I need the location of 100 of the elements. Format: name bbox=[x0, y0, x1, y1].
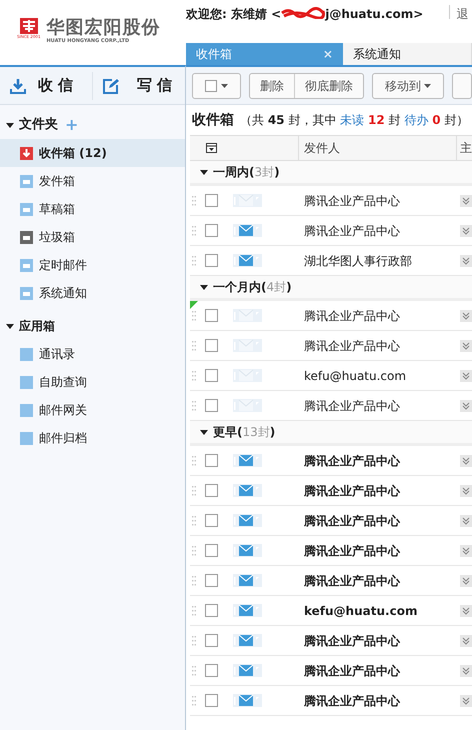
user-email: j@huatu.com> bbox=[325, 6, 424, 23]
expand-icon bbox=[460, 514, 472, 526]
sender-cell-text: 腾讯企业产品中心 bbox=[304, 308, 401, 324]
expand-icon bbox=[460, 484, 472, 496]
app-icon bbox=[20, 432, 33, 444]
folder-item[interactable]: 收件箱 (12) bbox=[0, 139, 185, 167]
logout-link[interactable]: 退 bbox=[456, 5, 468, 23]
sender-cell-text: 腾讯企业产品中心 bbox=[304, 398, 401, 414]
toolbar-button[interactable] bbox=[452, 72, 472, 98]
drag-handle-icon bbox=[192, 606, 196, 616]
sender-cell-text: kefu@huatu.com bbox=[304, 602, 418, 620]
group-label[interactable]: 一周内(3封) bbox=[213, 163, 280, 181]
page-title: 收件箱 bbox=[192, 110, 234, 130]
column-header[interactable]: 主 bbox=[457, 139, 472, 157]
welcome-text: 欢迎您: 东维婧 < bbox=[186, 6, 282, 23]
apps-header[interactable]: 应用箱 bbox=[19, 317, 55, 335]
mail-summary: （共 45 封，其中 未读 12 封 待办 0 封） bbox=[240, 112, 468, 129]
folder-icon bbox=[20, 202, 33, 216]
row-checkbox[interactable] bbox=[205, 194, 218, 207]
logo-icon bbox=[20, 18, 38, 34]
sender-cell-text: 腾讯企业产品中心 bbox=[304, 192, 401, 210]
caret-icon bbox=[200, 430, 208, 434]
sender-cell-text: 腾讯企业产品中心 bbox=[304, 542, 402, 560]
checkbox-icon bbox=[205, 80, 217, 92]
drag-handle-icon bbox=[192, 340, 196, 350]
caret-icon bbox=[424, 84, 431, 88]
app-item[interactable]: 邮件网关 bbox=[0, 396, 185, 424]
row-checkbox[interactable] bbox=[205, 254, 218, 267]
folder-item[interactable]: 垃圾箱 bbox=[0, 223, 185, 251]
drag-handle-icon bbox=[192, 486, 196, 496]
row-checkbox[interactable] bbox=[205, 514, 218, 527]
row-checkbox[interactable] bbox=[205, 399, 218, 412]
drag-handle-icon bbox=[192, 516, 196, 526]
expand-icon bbox=[460, 634, 472, 646]
edit-icon bbox=[103, 78, 119, 94]
row-checkbox[interactable] bbox=[205, 309, 218, 322]
expand-icon bbox=[460, 194, 472, 206]
move-button[interactable]: 移动到 bbox=[372, 72, 444, 98]
sender-cell-text: 腾讯企业产品中心 bbox=[304, 512, 402, 530]
expand-icon bbox=[460, 310, 472, 322]
expand-icon bbox=[460, 340, 472, 352]
app-icon bbox=[20, 404, 33, 416]
app-item[interactable]: 通讯录 bbox=[0, 340, 185, 368]
row-checkbox[interactable] bbox=[205, 224, 218, 237]
expand-icon bbox=[460, 400, 472, 412]
drag-handle-icon bbox=[192, 696, 196, 706]
column-menu-icon bbox=[206, 143, 217, 153]
row-checkbox[interactable] bbox=[205, 634, 218, 647]
expand-icon bbox=[460, 604, 472, 616]
folder-header[interactable]: 文件夹 bbox=[19, 115, 58, 135]
sender-cell-text: kefu@huatu.com bbox=[304, 368, 408, 384]
caret-icon bbox=[200, 284, 208, 290]
drag-handle-icon bbox=[192, 666, 196, 676]
drag-handle-icon bbox=[192, 456, 196, 466]
sender-cell-text: 腾讯企业产品中心 bbox=[304, 482, 402, 500]
caret-icon bbox=[200, 170, 208, 174]
folder-icon bbox=[20, 258, 33, 272]
inbox-icon bbox=[20, 146, 33, 160]
row-checkbox[interactable] bbox=[205, 369, 218, 382]
drag-handle-icon bbox=[192, 370, 196, 380]
drag-handle-icon bbox=[192, 196, 196, 206]
sender-cell-text: 腾讯企业产品中心 bbox=[304, 452, 402, 470]
row-checkbox[interactable] bbox=[205, 454, 218, 467]
logo-name: 华图宏阳股份 bbox=[46, 18, 160, 38]
receive-button[interactable]: 收 信 bbox=[0, 67, 92, 104]
sender-cell-text: 腾讯企业产品中心 bbox=[304, 572, 402, 590]
folder-item[interactable]: 草稿箱 bbox=[0, 195, 185, 223]
app-icon bbox=[20, 376, 33, 388]
row-checkbox[interactable] bbox=[205, 694, 218, 707]
select-dropdown[interactable] bbox=[192, 72, 241, 98]
expand-icon bbox=[460, 574, 472, 586]
folder-item[interactable]: 系统通知 bbox=[0, 279, 185, 307]
drag-handle-icon bbox=[192, 400, 196, 410]
delete-button[interactable]: 删除 bbox=[250, 74, 294, 98]
column-header[interactable]: 发件人 bbox=[298, 136, 457, 160]
caret-icon bbox=[6, 122, 14, 128]
folder-item[interactable]: 定时邮件 bbox=[0, 251, 185, 279]
caret-icon bbox=[6, 324, 14, 328]
folder-icon bbox=[20, 174, 33, 188]
drag-handle-icon bbox=[192, 576, 196, 586]
row-checkbox[interactable] bbox=[205, 664, 218, 677]
sender-cell-text: 腾讯企业产品中心 bbox=[304, 692, 402, 710]
expand-icon bbox=[460, 664, 472, 676]
row-checkbox[interactable] bbox=[205, 604, 218, 617]
app-item[interactable]: 自助查询 bbox=[0, 368, 185, 396]
app-item[interactable]: 邮件归档 bbox=[0, 424, 185, 452]
row-checkbox[interactable] bbox=[205, 339, 218, 352]
drag-handle-icon bbox=[192, 256, 196, 266]
compose-button[interactable]: 写 信 bbox=[93, 67, 185, 104]
tab[interactable]: 系统通知 bbox=[342, 43, 472, 65]
row-checkbox[interactable] bbox=[205, 574, 218, 587]
expand-icon bbox=[460, 224, 472, 236]
expand-icon bbox=[460, 544, 472, 556]
group-label[interactable]: 更早(13封) bbox=[213, 423, 276, 441]
row-checkbox[interactable] bbox=[205, 544, 218, 557]
delete-forever-button[interactable]: 彻底删除 bbox=[294, 74, 363, 98]
row-checkbox[interactable] bbox=[205, 484, 218, 497]
expand-icon bbox=[460, 370, 472, 382]
folder-icon bbox=[20, 286, 33, 300]
folder-item[interactable]: 发件箱 bbox=[0, 167, 185, 195]
